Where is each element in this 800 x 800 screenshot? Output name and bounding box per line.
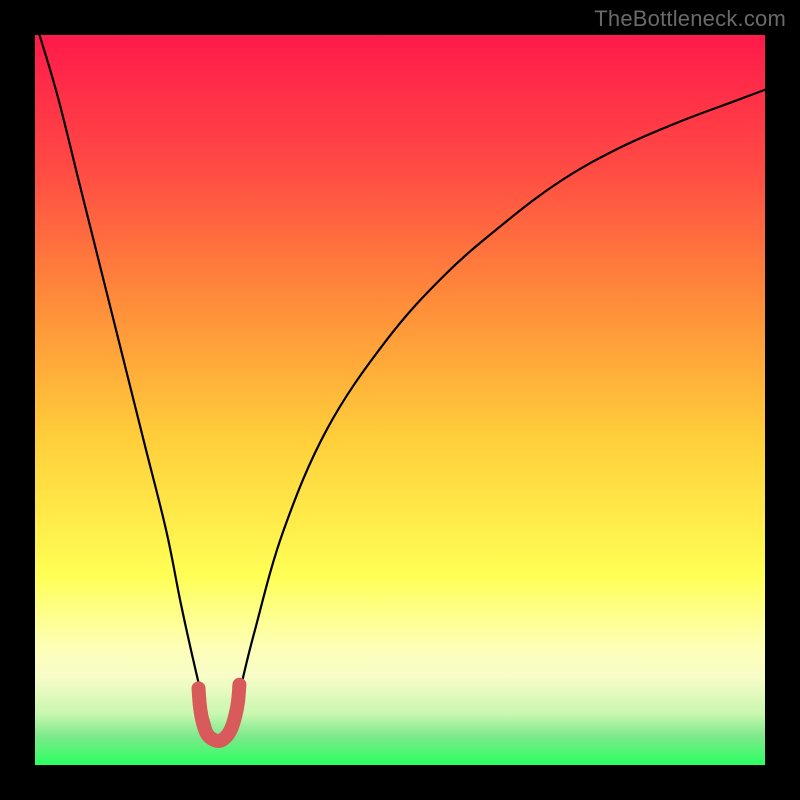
watermark-label: TheBottleneck.com [594, 6, 786, 32]
plot-area [35, 35, 765, 765]
chart-svg [35, 35, 765, 765]
chart-canvas: TheBottleneck.com [0, 0, 800, 800]
gradient-background [35, 35, 765, 765]
